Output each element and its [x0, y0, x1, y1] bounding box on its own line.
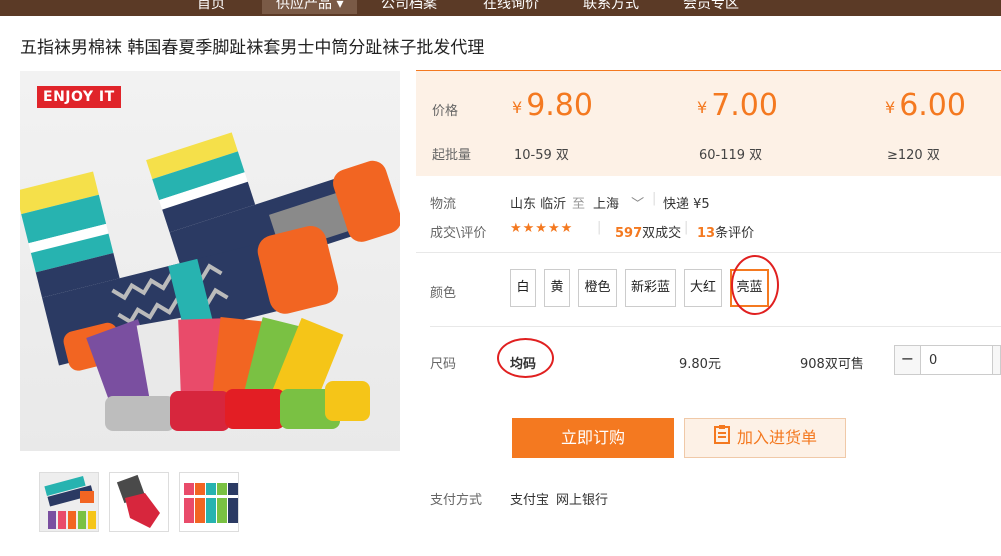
quantity-input[interactable]: 0	[929, 353, 937, 368]
plus-button[interactable]	[992, 346, 1000, 374]
divider	[416, 252, 1001, 253]
price-label: 价格	[432, 104, 459, 119]
buy-now-button[interactable]: 立即订购	[512, 418, 674, 458]
nav-products[interactable]: 供应产品 ▾	[262, 0, 358, 14]
thumbnail-2-image	[110, 473, 168, 531]
logistics-label: 物流	[430, 197, 457, 212]
color-option-white[interactable]: 白	[510, 269, 536, 307]
origin-location: 山东 临沂	[510, 197, 567, 212]
add-to-cart-button[interactable]: 加入进货单	[684, 418, 846, 458]
clipboard-icon	[713, 420, 731, 458]
separator: |	[597, 220, 602, 235]
socks-illustration	[20, 132, 400, 431]
color-option-orange[interactable]: 橙色	[578, 269, 617, 307]
thumbnail-3-image	[180, 473, 238, 531]
annotation-circle	[497, 338, 554, 378]
nav-contact[interactable]: 联系方式	[583, 0, 639, 14]
nav-company[interactable]: 公司档案	[381, 0, 437, 14]
range-tier-3: ≥120 双	[887, 148, 940, 163]
thumbnail-3[interactable]	[179, 472, 239, 532]
chevron-down-icon: ﹀	[631, 197, 645, 212]
destination-select[interactable]: 上海 ﹀	[593, 193, 644, 212]
main-product-image[interactable]: ENJOY IT	[20, 71, 400, 451]
price-tier-2: ¥7.00	[697, 88, 778, 123]
divider	[430, 326, 1001, 327]
color-option-new-blue[interactable]: 新彩蓝	[625, 269, 676, 307]
thumbnail-1[interactable]	[39, 472, 99, 532]
nav-home[interactable]: 首页	[197, 0, 225, 14]
review-count[interactable]: 13条评价	[697, 222, 754, 241]
color-option-red[interactable]: 大红	[684, 269, 722, 307]
brand-badge: ENJOY IT	[37, 86, 121, 108]
top-nav: 首页 供应产品 ▾ 公司档案 在线询价 联系方式 会员专区	[0, 0, 1001, 16]
price-tier-3: ¥6.00	[885, 88, 966, 123]
range-tier-2: 60-119 双	[699, 148, 763, 163]
minus-button[interactable]: −	[895, 346, 921, 374]
payment-method-bank: 网上银行	[556, 493, 609, 508]
color-label: 颜色	[430, 286, 457, 301]
product-title: 五指袜男棉袜 韩国春夏季脚趾袜套男士中筒分趾袜子批发代理	[20, 38, 485, 58]
thumbnail-1-image	[40, 473, 98, 531]
moq-label: 起批量	[432, 148, 472, 163]
payment-label: 支付方式	[430, 493, 483, 508]
stock-available: 908双可售	[800, 357, 864, 372]
annotation-circle	[731, 255, 779, 315]
nav-members[interactable]: 会员专区	[683, 0, 739, 14]
color-option-yellow[interactable]: 黄	[544, 269, 570, 307]
size-label: 尺码	[430, 357, 457, 372]
range-tier-1: 10-59 双	[514, 148, 569, 163]
payment-method-alipay: 支付宝	[510, 493, 550, 508]
nav-inquiry[interactable]: 在线询价	[483, 0, 539, 14]
to-text: 至	[572, 197, 586, 212]
price-tier-1: ¥9.80	[512, 88, 593, 123]
thumbnail-2[interactable]	[109, 472, 169, 532]
size-price: 9.80元	[679, 357, 721, 372]
express-fee: 快递 ¥5	[663, 197, 710, 212]
rating-stars: ★★★★★	[510, 221, 574, 236]
deals-label: 成交\评价	[430, 226, 487, 241]
quantity-stepper[interactable]: − 0	[894, 345, 1001, 375]
separator: |	[652, 191, 657, 206]
price-panel: 价格 起批量 ¥9.80 ¥7.00 ¥6.00 10-59 双 60-119 …	[416, 70, 1001, 176]
separator: |	[684, 220, 689, 235]
deal-count[interactable]: 597双成交	[615, 222, 681, 241]
